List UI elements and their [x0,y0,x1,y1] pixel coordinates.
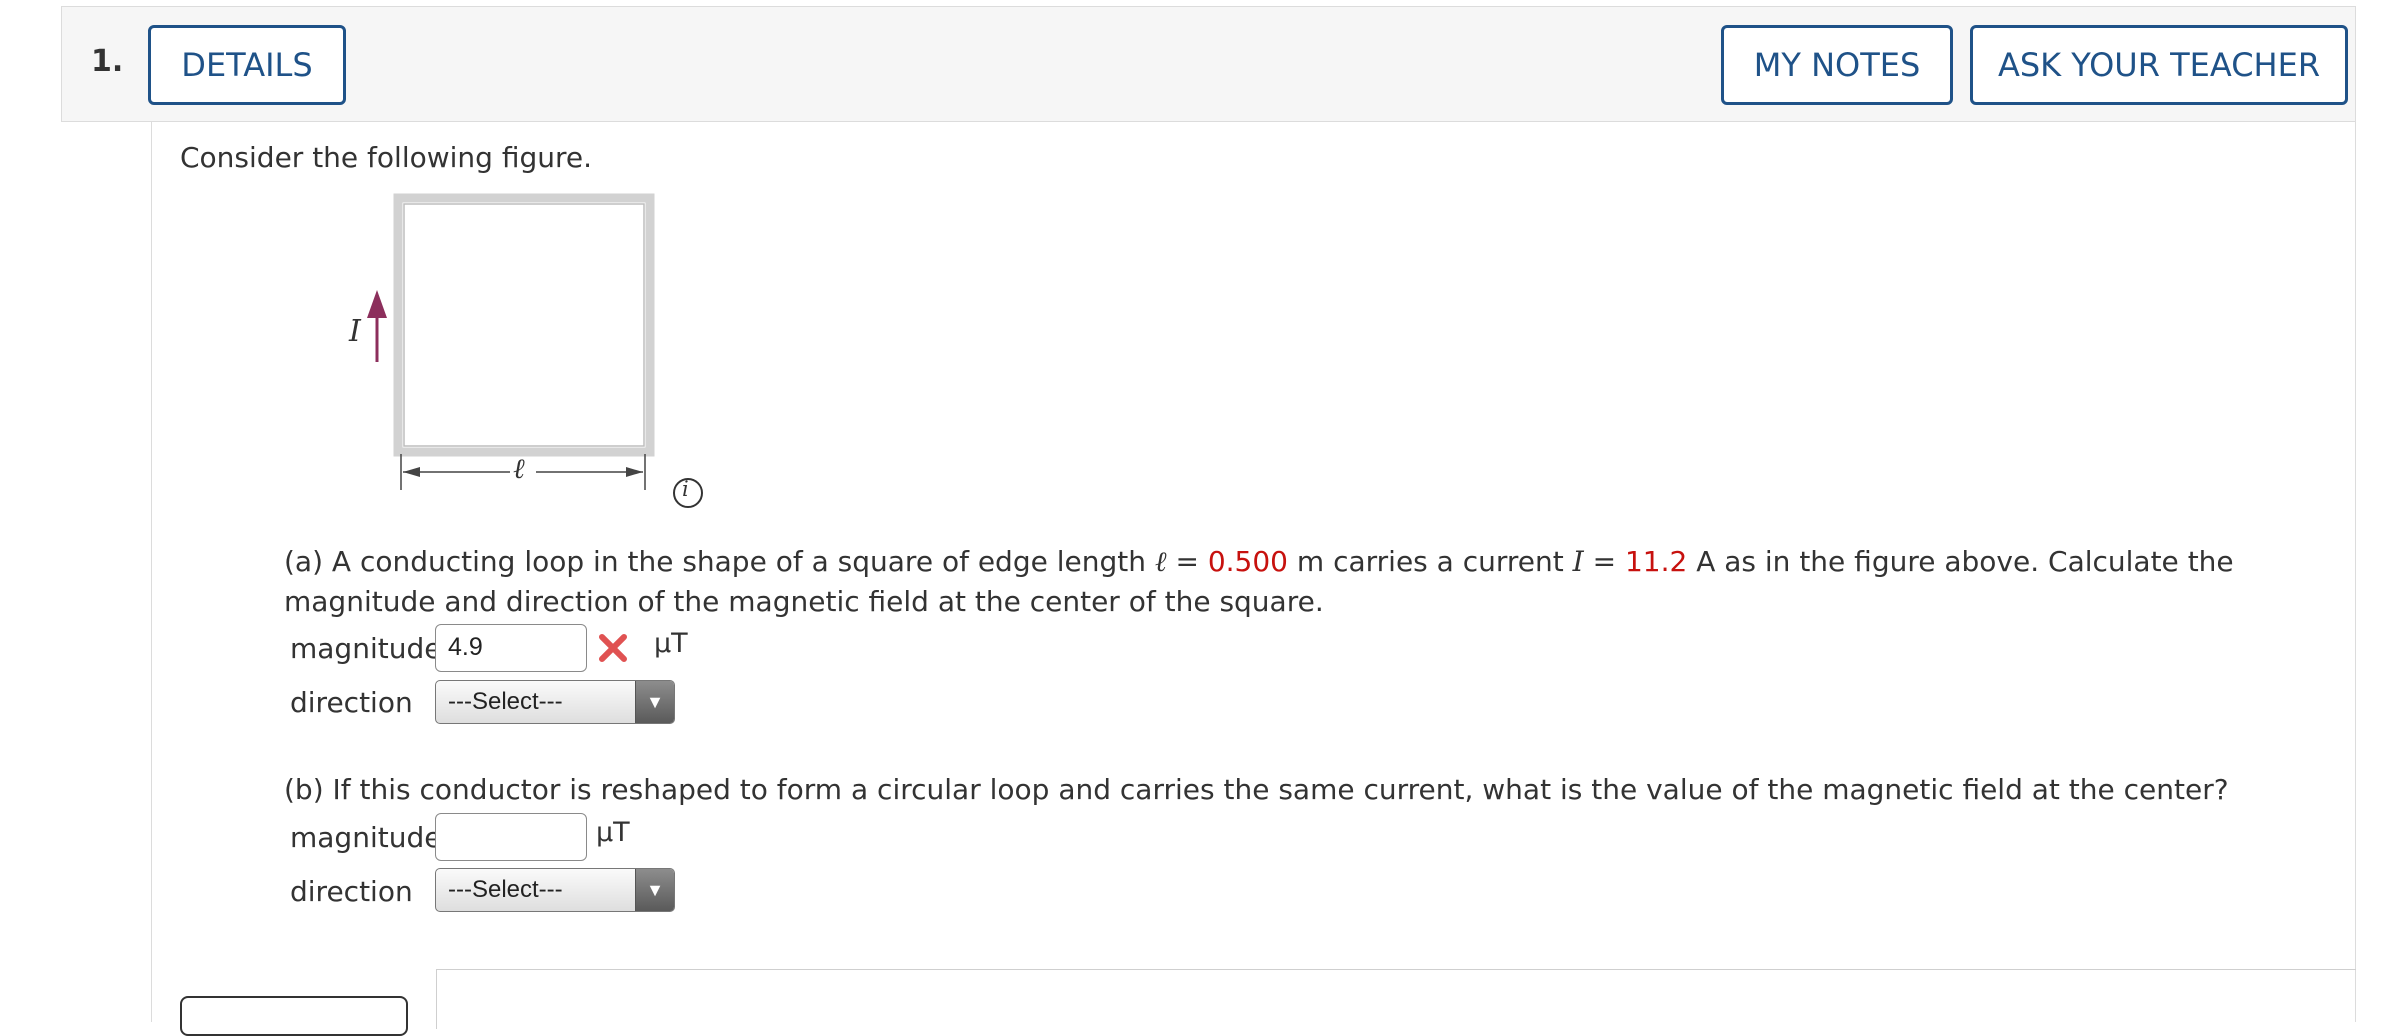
part-a-direction-label: direction [290,686,413,719]
edge-length-value: 0.500 [1207,545,1288,578]
info-icon-glyph[interactable]: i [682,477,689,501]
square-loop-outer [393,193,655,457]
question-number: 1. [91,44,124,79]
details-button[interactable]: DETAILS [148,25,346,105]
intro-text: Consider the following figure. [180,141,593,174]
bottom-button[interactable] [180,996,408,1036]
current-label: I [349,314,361,349]
incorrect-x-icon [599,634,627,662]
my-notes-button[interactable]: MY NOTES [1721,25,1953,105]
part-b-direction-label: direction [290,875,413,908]
chevron-down-icon: ▼ [635,869,674,911]
dimension-arrow-right-icon [626,467,643,477]
current-arrow-icon [367,290,387,318]
part-a-question: (a) A conducting loop in the shape of a … [284,545,2234,618]
part-b-question: (b) If this conductor is reshaped to for… [284,773,2229,806]
part-b-magnitude-input[interactable] [435,813,587,861]
part-a-magnitude-unit: μT [654,628,688,659]
square-loop-figure [367,193,703,508]
part-b-magnitude-unit: μT [596,817,630,848]
part-b-magnitude-label: magnitude [290,821,442,854]
chevron-down-icon: ▼ [635,681,674,723]
part-b-direction-select[interactable]: ---Select--- ▼ [435,868,675,912]
part-a-direction-select[interactable]: ---Select--- ▼ [435,680,675,724]
part-a-magnitude-input[interactable]: 4.9 [435,624,587,672]
answer-area-box [436,969,2356,1029]
current-value: 11.2 [1624,545,1688,578]
square-loop-inner [403,203,645,447]
length-label: ℓ [513,452,525,485]
part-a-magnitude-label: magnitude [290,632,442,665]
dimension-arrow-left-icon [403,467,420,477]
ask-your-teacher-button[interactable]: ASK YOUR TEACHER [1970,25,2348,105]
figure: I ℓ i [330,190,730,520]
